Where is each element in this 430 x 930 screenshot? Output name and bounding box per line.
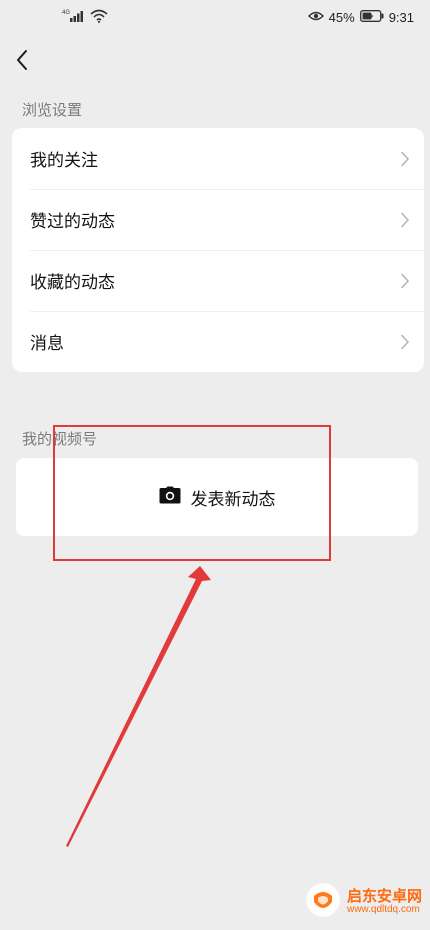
menu-item-my-follows[interactable]: 我的关注	[12, 128, 424, 189]
section-label-browse-settings: 浏览设置	[22, 101, 83, 119]
chevron-right-icon	[401, 151, 409, 166]
eye-icon	[307, 10, 324, 25]
status-right: 45% 9:31	[307, 10, 414, 25]
watermark-icon	[303, 880, 343, 924]
chevron-right-icon	[401, 273, 409, 288]
chevron-right-icon	[401, 212, 409, 227]
watermark-url: www.qdltdq.com	[346, 903, 420, 915]
status-time: 9:31	[388, 10, 414, 25]
menu-item-liked-posts[interactable]: 赞过的动态	[12, 189, 424, 250]
status-left: 4G	[62, 9, 108, 27]
watermark-title: 启东安卓网	[346, 886, 422, 905]
menu-item-saved-posts[interactable]: 收藏的动态	[12, 250, 424, 311]
back-button[interactable]	[8, 48, 36, 76]
status-bar: 4G 45% 9:31	[0, 0, 430, 36]
annotation-highlight-box	[53, 425, 331, 561]
battery-icon	[359, 10, 384, 25]
menu-item-messages[interactable]: 消息	[12, 311, 424, 372]
signal-icon: 4G	[62, 9, 84, 27]
menu-item-label: 消息	[30, 334, 64, 354]
menu-item-label: 赞过的动态	[30, 212, 115, 232]
battery-percent: 45%	[328, 10, 355, 25]
wifi-icon	[90, 9, 108, 27]
menu-item-label: 收藏的动态	[30, 273, 115, 293]
menu-item-label: 我的关注	[30, 151, 98, 171]
watermark-logo: 启东安卓网 www.qdltdq.com	[303, 880, 422, 924]
browse-settings-card: 我的关注 赞过的动态 收藏的动态 消息	[12, 128, 424, 372]
chevron-right-icon	[401, 334, 409, 349]
svg-text:4G: 4G	[62, 10, 70, 16]
back-arrow-icon	[15, 49, 29, 75]
